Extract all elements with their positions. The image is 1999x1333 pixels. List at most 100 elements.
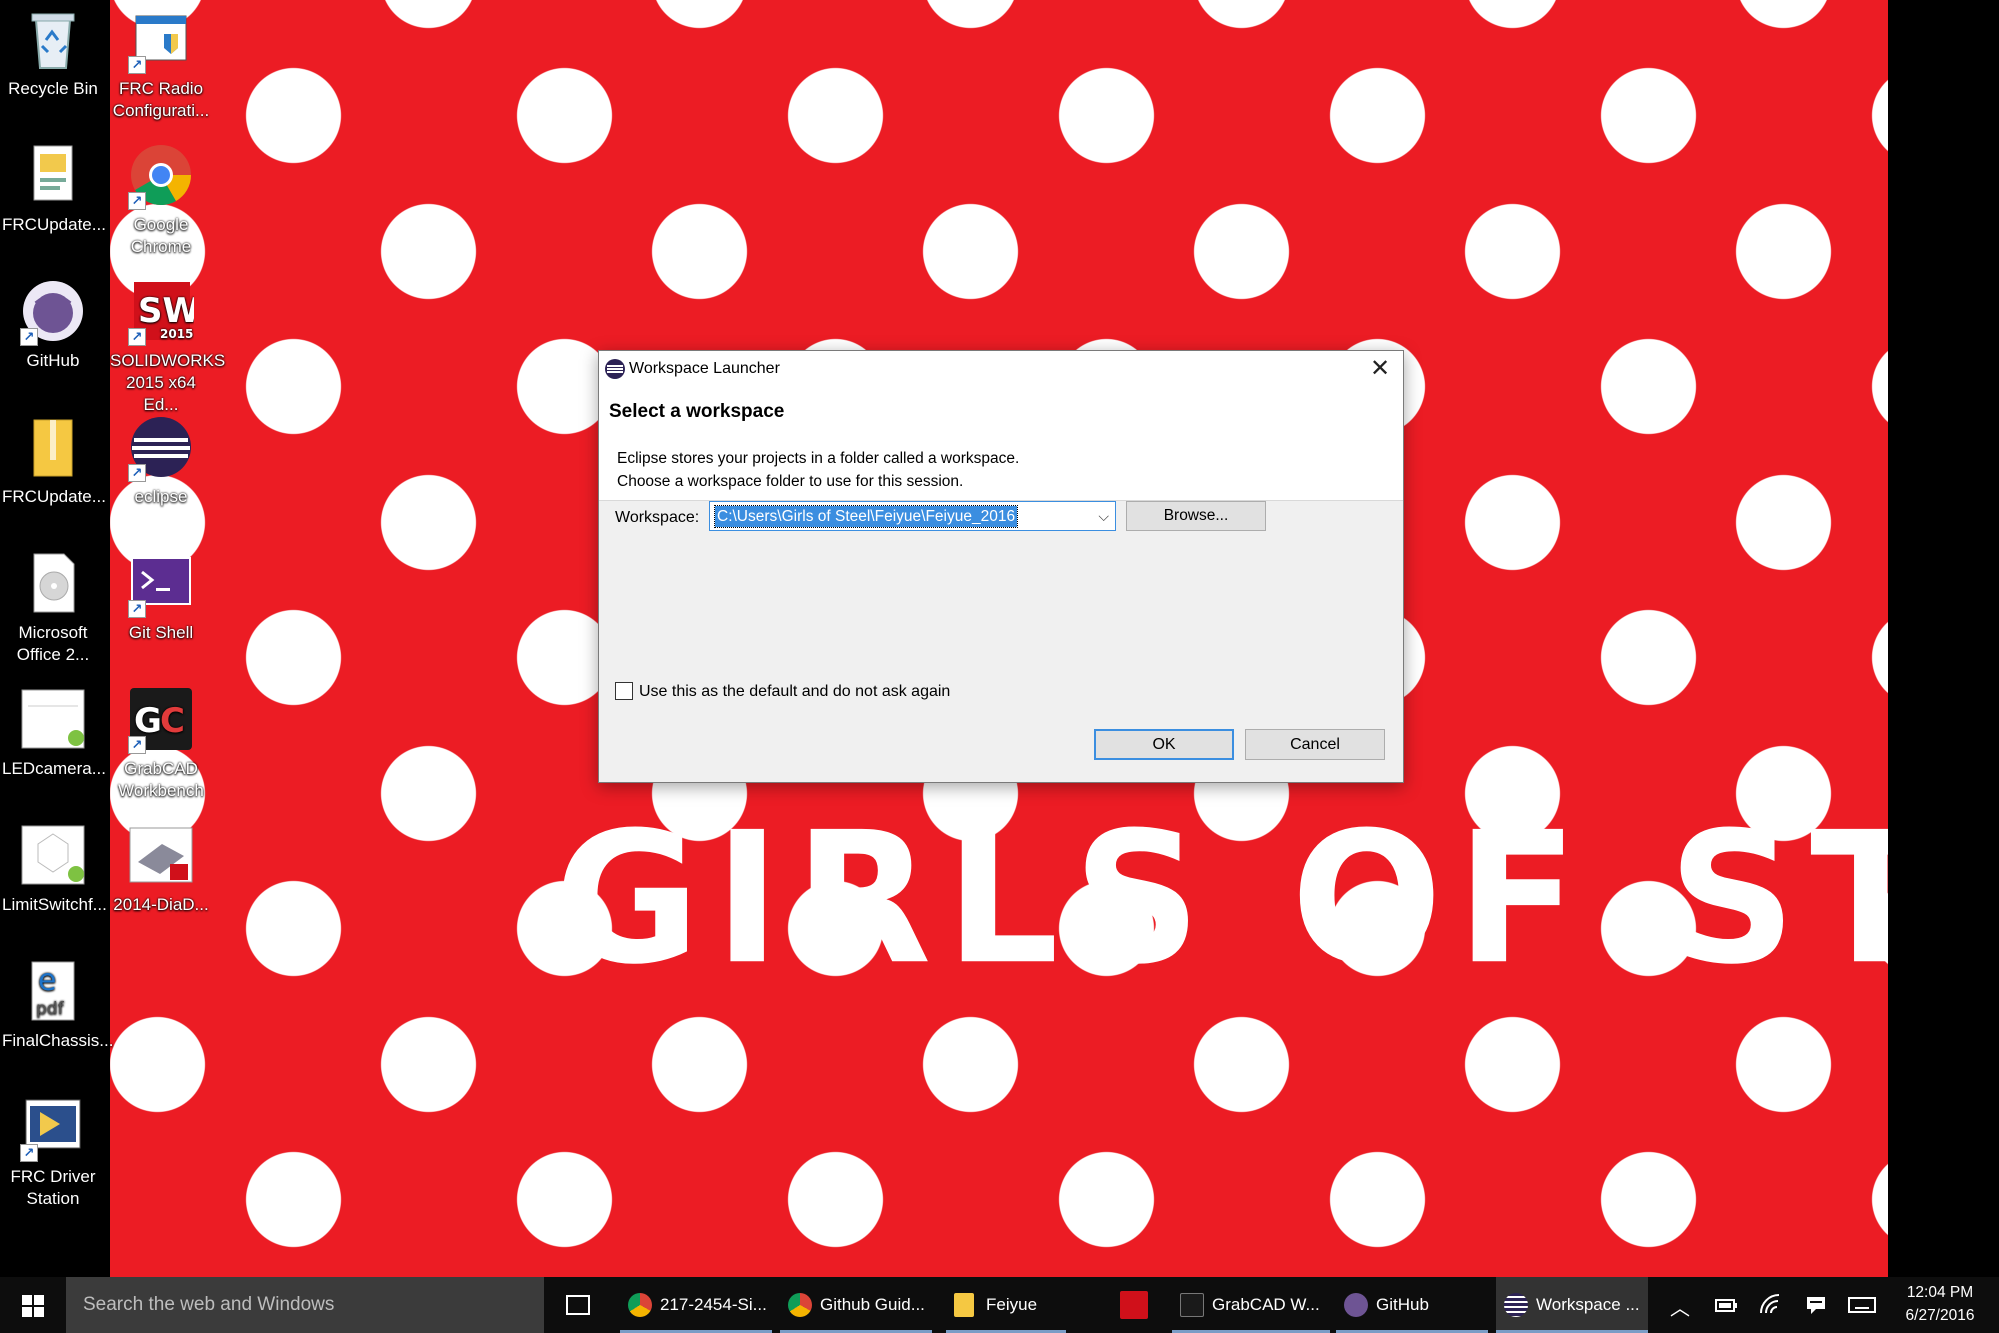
chrome-icon: ↗: [128, 142, 194, 210]
taskbar-item-grabcad[interactable]: GrabCAD W...: [1172, 1277, 1330, 1333]
desktop-icon-frcupdate-zip[interactable]: FRCUpdate...: [0, 408, 106, 534]
desktop-icon-grabcad[interactable]: GC ↗ GrabCAD Workbench: [108, 680, 214, 806]
github-icon: [1344, 1293, 1368, 1317]
taskbar-item-explorer[interactable]: Feiyue: [946, 1277, 1066, 1333]
taskbar-item-label: Workspace ...: [1536, 1295, 1640, 1314]
clock-time: 12:04 PM: [1906, 1284, 1974, 1301]
svg-text:SW: SW: [138, 291, 194, 331]
desktop-icon-frc-radio[interactable]: ↗ FRC Radio Configurati...: [108, 0, 214, 126]
chrome-icon: [788, 1293, 812, 1317]
desktop-icon-finalchassis[interactable]: e pdf FinalChassis...: [0, 952, 113, 1078]
desktop-icon-github[interactable]: ↗ GitHub: [0, 272, 106, 398]
cancel-button[interactable]: Cancel: [1245, 729, 1385, 760]
desktop-icon-label: GitHub: [26, 351, 80, 370]
taskbar: Search the web and Windows 217-2454-Si..…: [0, 1277, 1999, 1333]
document-icon: [20, 142, 86, 208]
taskbar-clock[interactable]: 12:04 PM 6/27/2016: [1890, 1281, 1990, 1327]
desktop-icon-label: FRCUpdate...: [2, 487, 106, 506]
dialog-heading: Select a workspace: [609, 401, 785, 422]
desktop-icon-label: LEDcamera...: [2, 759, 106, 778]
default-workspace-label[interactable]: Use this as the default and do not ask a…: [639, 683, 950, 701]
taskbar-item-eclipse[interactable]: Workspace ...: [1496, 1277, 1648, 1333]
desktop-icon-office[interactable]: Microsoft Office 2...: [0, 544, 106, 670]
recycle-bin-icon: [20, 6, 86, 72]
desktop-icon-solidworks[interactable]: SW 2015 ↗ SOLIDWORKS 2015 x64 Ed...: [108, 272, 225, 414]
dialog-title: Workspace Launcher: [629, 360, 780, 377]
shortcut-arrow-icon: ↗: [128, 328, 146, 346]
taskbar-item-solidworks[interactable]: [1106, 1277, 1162, 1333]
disc-image-icon: [20, 550, 86, 616]
labview-file-icon: [20, 686, 86, 752]
wifi-icon[interactable]: [1758, 1293, 1782, 1317]
browse-button[interactable]: Browse...: [1126, 501, 1266, 531]
taskbar-item-github[interactable]: GitHub: [1336, 1277, 1488, 1333]
taskbar-item-label: Github Guid...: [820, 1295, 925, 1314]
shortcut-arrow-icon: ↗: [128, 736, 146, 754]
desktop-icon-label: GrabCAD Workbench: [118, 759, 204, 800]
workspace-label: Workspace:: [615, 509, 700, 526]
taskbar-item-chrome-2[interactable]: Github Guid...: [780, 1277, 932, 1333]
desktop-icon-label: 2014-DiaD...: [113, 895, 209, 914]
windows-logo-icon: [22, 1295, 44, 1317]
solidworks-icon: [1120, 1291, 1148, 1319]
taskbar-item-label: 217-2454-Si...: [660, 1295, 767, 1314]
taskbar-item-label: Feiyue: [986, 1295, 1038, 1314]
git-shell-icon: ↗: [128, 550, 194, 618]
task-view-icon: [566, 1295, 590, 1315]
dialog-titlebar[interactable]: Workspace Launcher ✕: [599, 351, 1403, 387]
desktop-icon-recycle-bin[interactable]: Recycle Bin: [0, 0, 106, 126]
desktop-icon-label: FRCUpdate...: [2, 215, 106, 234]
desktop-icon-label: FRC Radio Configurati...: [112, 79, 210, 120]
desktop-icon-frc-driver-station[interactable]: ↗ FRC Driver Station: [0, 1088, 106, 1214]
clock-date: 6/27/2016: [1905, 1307, 1975, 1324]
desktop-icon-label: Google Chrome: [130, 215, 192, 256]
svg-text:pdf: pdf: [36, 999, 65, 1019]
desktop-icon-label: FRC Driver Station: [10, 1167, 96, 1208]
chevron-up-icon[interactable]: ︿: [1670, 1292, 1690, 1321]
battery-icon[interactable]: [1714, 1293, 1738, 1317]
ok-button[interactable]: OK: [1094, 729, 1234, 760]
action-center-icon[interactable]: [1804, 1293, 1828, 1317]
github-icon: ↗: [20, 278, 86, 346]
chevron-down-icon[interactable]: ⌵: [1098, 508, 1109, 525]
zip-folder-icon: [20, 414, 86, 480]
keyboard-icon[interactable]: [1848, 1293, 1876, 1317]
desktop-icon-limitswitch[interactable]: LimitSwitchf...: [0, 816, 107, 942]
dialog-header: Select a workspace Eclipse stores your p…: [599, 387, 1403, 501]
shortcut-arrow-icon: ↗: [128, 192, 146, 210]
desktop-icon-label: eclipse: [134, 487, 188, 506]
desktop-icon-google-chrome[interactable]: ↗ Google Chrome: [108, 136, 214, 262]
svg-text:e: e: [38, 963, 56, 998]
desktop-icon-2014-diad[interactable]: 2014-DiaD...: [108, 816, 214, 942]
eclipse-icon: [605, 359, 625, 379]
svg-text:G: G: [134, 701, 162, 741]
folder-icon: [954, 1293, 974, 1317]
taskbar-item-chrome-1[interactable]: 217-2454-Si...: [620, 1277, 772, 1333]
default-workspace-checkbox[interactable]: [615, 682, 633, 700]
workspace-path-value[interactable]: C:\Users\Girls of Steel\Feiyue\Feiyue_20…: [713, 505, 1019, 528]
desktop-icon-frcupdate-doc[interactable]: FRCUpdate...: [0, 136, 106, 262]
dialog-description-line-2: Choose a workspace folder to use for thi…: [617, 473, 964, 490]
desktop-icon-label: LimitSwitchf...: [2, 895, 107, 914]
workspace-combobox[interactable]: C:\Users\Girls of Steel\Feiyue\Feiyue_20…: [709, 501, 1116, 531]
shortcut-arrow-icon: ↗: [128, 464, 146, 482]
workspace-launcher-dialog: Workspace Launcher ✕ Select a workspace …: [598, 350, 1404, 783]
taskbar-search-input[interactable]: Search the web and Windows: [66, 1277, 544, 1333]
desktop-icon-label: SOLIDWORKS 2015 x64 Ed...: [110, 351, 226, 414]
desktop-icon-git-shell[interactable]: ↗ Git Shell: [108, 544, 214, 670]
desktop-icon-ledcamera[interactable]: LEDcamera...: [0, 680, 106, 806]
svg-text:C: C: [160, 701, 185, 741]
shortcut-arrow-icon: ↗: [128, 600, 146, 618]
eclipse-icon: ↗: [128, 414, 194, 482]
taskbar-item-label: GrabCAD W...: [1212, 1295, 1320, 1314]
dialog-description: Eclipse stores your projects in a folder…: [617, 447, 1019, 493]
wallpaper-title: GIRLS OF STEEL: [554, 792, 1888, 1005]
close-icon[interactable]: ✕: [1357, 351, 1403, 387]
desktop-icon-eclipse[interactable]: ↗ eclipse: [108, 408, 214, 534]
dialog-description-line-1: Eclipse stores your projects in a folder…: [617, 450, 1020, 467]
shortcut-arrow-icon: ↗: [20, 328, 38, 346]
chrome-icon: [628, 1293, 652, 1317]
start-button[interactable]: [0, 1277, 66, 1333]
radio-config-icon: ↗: [128, 6, 194, 74]
task-view-button[interactable]: [556, 1291, 600, 1319]
